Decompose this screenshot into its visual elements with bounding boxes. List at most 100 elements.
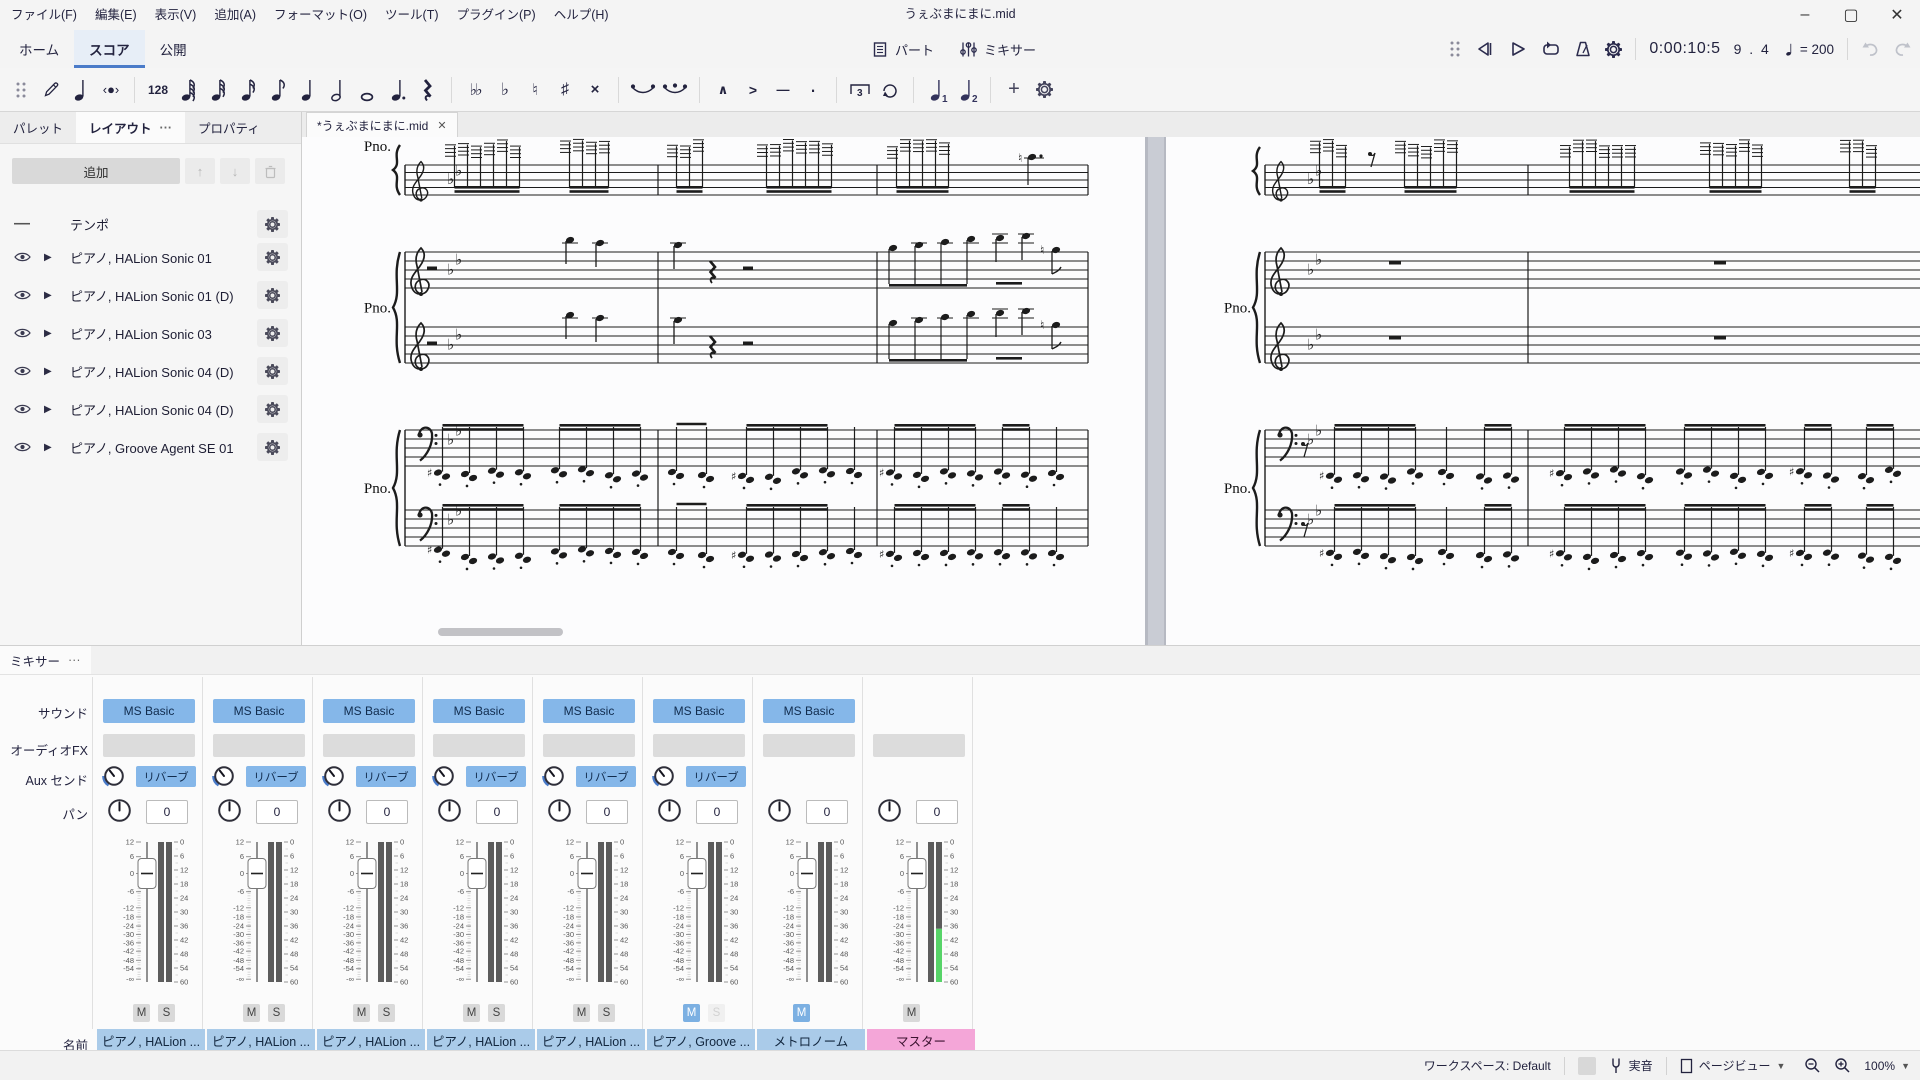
voice-2-button[interactable]: 2 [953, 74, 981, 106]
pan-value-field[interactable]: 0 [476, 800, 518, 824]
note-whole-button[interactable] [354, 74, 382, 106]
pan-knob[interactable] [546, 797, 573, 824]
menu-1[interactable]: 編集(E) [86, 0, 146, 30]
aux-send-knob[interactable] [102, 764, 126, 788]
visibility-eye-icon[interactable] [0, 365, 44, 377]
channel-name[interactable]: ピアノ, HALion ... [537, 1029, 645, 1051]
layout-row-instrument[interactable]: ▶ピアノ, HALion Sonic 04 (D) [0, 390, 301, 428]
mute-button[interactable]: M [353, 1004, 370, 1022]
note-input-mode-button[interactable]: ‹●› [97, 74, 125, 106]
marcato-button[interactable]: ∧ [709, 74, 737, 106]
pan-knob[interactable] [656, 797, 683, 824]
mixer-button[interactable]: ミキサー [960, 40, 1036, 59]
mute-button[interactable]: M [903, 1004, 920, 1022]
volume-fader[interactable]: 1260-6-12-18-24-30-36-42-48-54-∞06121824… [756, 832, 862, 994]
sound-select-button[interactable]: MS Basic [763, 699, 855, 723]
drag-handle-button[interactable] [7, 74, 35, 106]
reverb-send-button[interactable]: リバーブ [356, 766, 416, 787]
maximize-icon[interactable]: ▢ [1828, 0, 1874, 30]
rest-quarter-button[interactable] [414, 74, 442, 106]
volume-fader[interactable]: 1260-6-12-18-24-30-36-42-48-54-∞06121824… [866, 832, 972, 994]
flip-direction-button[interactable] [876, 74, 904, 106]
expand-arrow-icon[interactable]: ▶ [44, 442, 70, 453]
pan-value-field[interactable]: 0 [806, 800, 848, 824]
audio-fx-slot[interactable] [873, 734, 965, 757]
reverb-send-button[interactable]: リバーブ [576, 766, 636, 787]
note-8-button[interactable] [264, 74, 292, 106]
tie-button[interactable] [628, 74, 658, 106]
play-button[interactable] [1508, 40, 1528, 58]
row-settings-gear-icon[interactable] [257, 281, 288, 309]
menu-6[interactable]: プラグイン(P) [448, 0, 545, 30]
note-64-button[interactable] [174, 74, 202, 106]
mute-button[interactable]: M [793, 1004, 810, 1022]
playback-settings-gear-icon[interactable] [1605, 41, 1622, 58]
score-canvas[interactable]: ♭♭♮Pno.♭♭♭♭Pno.♮♮♭♭♭♭Pno.♯♯♯♯♯♯♭♭♭♭♭♭Pno… [302, 137, 1920, 645]
menu-2[interactable]: 表示(V) [146, 0, 206, 30]
mute-button[interactable]: M [573, 1004, 590, 1022]
note-half-button[interactable] [324, 74, 352, 106]
row-settings-gear-icon[interactable] [257, 243, 288, 271]
document-tab[interactable]: *うぇぶまにまに.mid ✕ [306, 112, 458, 137]
row-settings-gear-icon[interactable] [257, 433, 288, 461]
pencil-button[interactable] [37, 74, 65, 106]
sharp-button[interactable]: ♯ [551, 74, 579, 106]
visibility-eye-icon[interactable] [0, 327, 44, 339]
audio-fx-slot[interactable] [103, 734, 195, 757]
mute-button[interactable]: M [463, 1004, 480, 1022]
zoom-out-icon[interactable] [1804, 1057, 1821, 1074]
add-button[interactable]: + [1000, 74, 1028, 106]
expand-arrow-icon[interactable]: ▶ [44, 404, 70, 415]
redo-icon[interactable] [1893, 41, 1912, 57]
concert-pitch-toggle[interactable]: 実音 [1609, 1057, 1653, 1074]
audio-fx-slot[interactable] [433, 734, 525, 757]
score-view[interactable]: ♭♭♮Pno.♭♭♭♭Pno.♮♮♭♭♭♭Pno.♯♯♯♯♯♯♭♭♭♭♭♭Pno… [302, 137, 1920, 645]
note-quarter-small-button[interactable] [67, 74, 95, 106]
pan-value-field[interactable]: 0 [146, 800, 188, 824]
workspace-tab-1[interactable]: スコア [74, 30, 145, 68]
pan-knob[interactable] [876, 797, 903, 824]
expand-arrow-icon[interactable]: ▶ [44, 328, 70, 339]
solo-button[interactable]: S [598, 1004, 615, 1022]
sound-select-button[interactable]: MS Basic [323, 699, 415, 723]
layout-row-instrument[interactable]: ▶ピアノ, HALion Sonic 01 [0, 238, 301, 276]
channel-name[interactable]: メトロノーム [757, 1029, 865, 1051]
volume-fader[interactable]: 1260-6-12-18-24-30-36-42-48-54-∞06121824… [206, 832, 312, 994]
horizontal-scrollbar[interactable] [438, 628, 563, 636]
menu-5[interactable]: ツール(T) [376, 0, 447, 30]
menu-3[interactable]: 追加(A) [205, 0, 265, 30]
natural-button[interactable]: ♮ [521, 74, 549, 106]
tuplet-button[interactable]: 3 [846, 74, 874, 106]
delete-button[interactable] [255, 158, 285, 184]
add-button[interactable]: 追加 [12, 158, 180, 184]
move-up-button[interactable]: ↑ [185, 158, 215, 184]
staccato-button[interactable]: · [799, 74, 827, 106]
solo-button[interactable]: S [158, 1004, 175, 1022]
close-icon[interactable]: ✕ [437, 119, 446, 132]
pan-value-field[interactable]: 0 [586, 800, 628, 824]
reverb-send-button[interactable]: リバーブ [136, 766, 196, 787]
volume-fader[interactable]: 1260-6-12-18-24-30-36-42-48-54-∞06121824… [426, 832, 532, 994]
row-settings-gear-icon[interactable] [257, 395, 288, 423]
audio-fx-slot[interactable] [543, 734, 635, 757]
volume-fader[interactable]: 1260-6-12-18-24-30-36-42-48-54-∞06121824… [96, 832, 202, 994]
mute-button[interactable]: M [133, 1004, 150, 1022]
settings-gear-button[interactable] [1030, 74, 1058, 106]
channel-name[interactable]: ピアノ, HALion ... [427, 1029, 535, 1051]
move-handle-icon[interactable] [1448, 40, 1462, 58]
aug-dot-button[interactable] [384, 74, 412, 106]
rewind-button[interactable] [1475, 40, 1495, 58]
reverb-send-button[interactable]: リバーブ [686, 766, 746, 787]
dur-128-button[interactable]: 128 [144, 74, 172, 106]
audio-fx-slot[interactable] [213, 734, 305, 757]
panel-tab-0[interactable]: パレット [0, 112, 76, 143]
tenuto-button[interactable]: — [769, 74, 797, 106]
row-settings-gear-icon[interactable] [257, 210, 288, 238]
note-quarter-button[interactable] [294, 74, 322, 106]
metronome-button[interactable] [1574, 40, 1592, 58]
mute-button[interactable]: M [243, 1004, 260, 1022]
visibility-eye-icon[interactable] [0, 289, 44, 301]
close-icon[interactable]: ✕ [1874, 0, 1920, 30]
channel-name[interactable]: ピアノ, Groove ... [647, 1029, 755, 1051]
overflow-menu-icon[interactable]: ··· [68, 653, 81, 667]
